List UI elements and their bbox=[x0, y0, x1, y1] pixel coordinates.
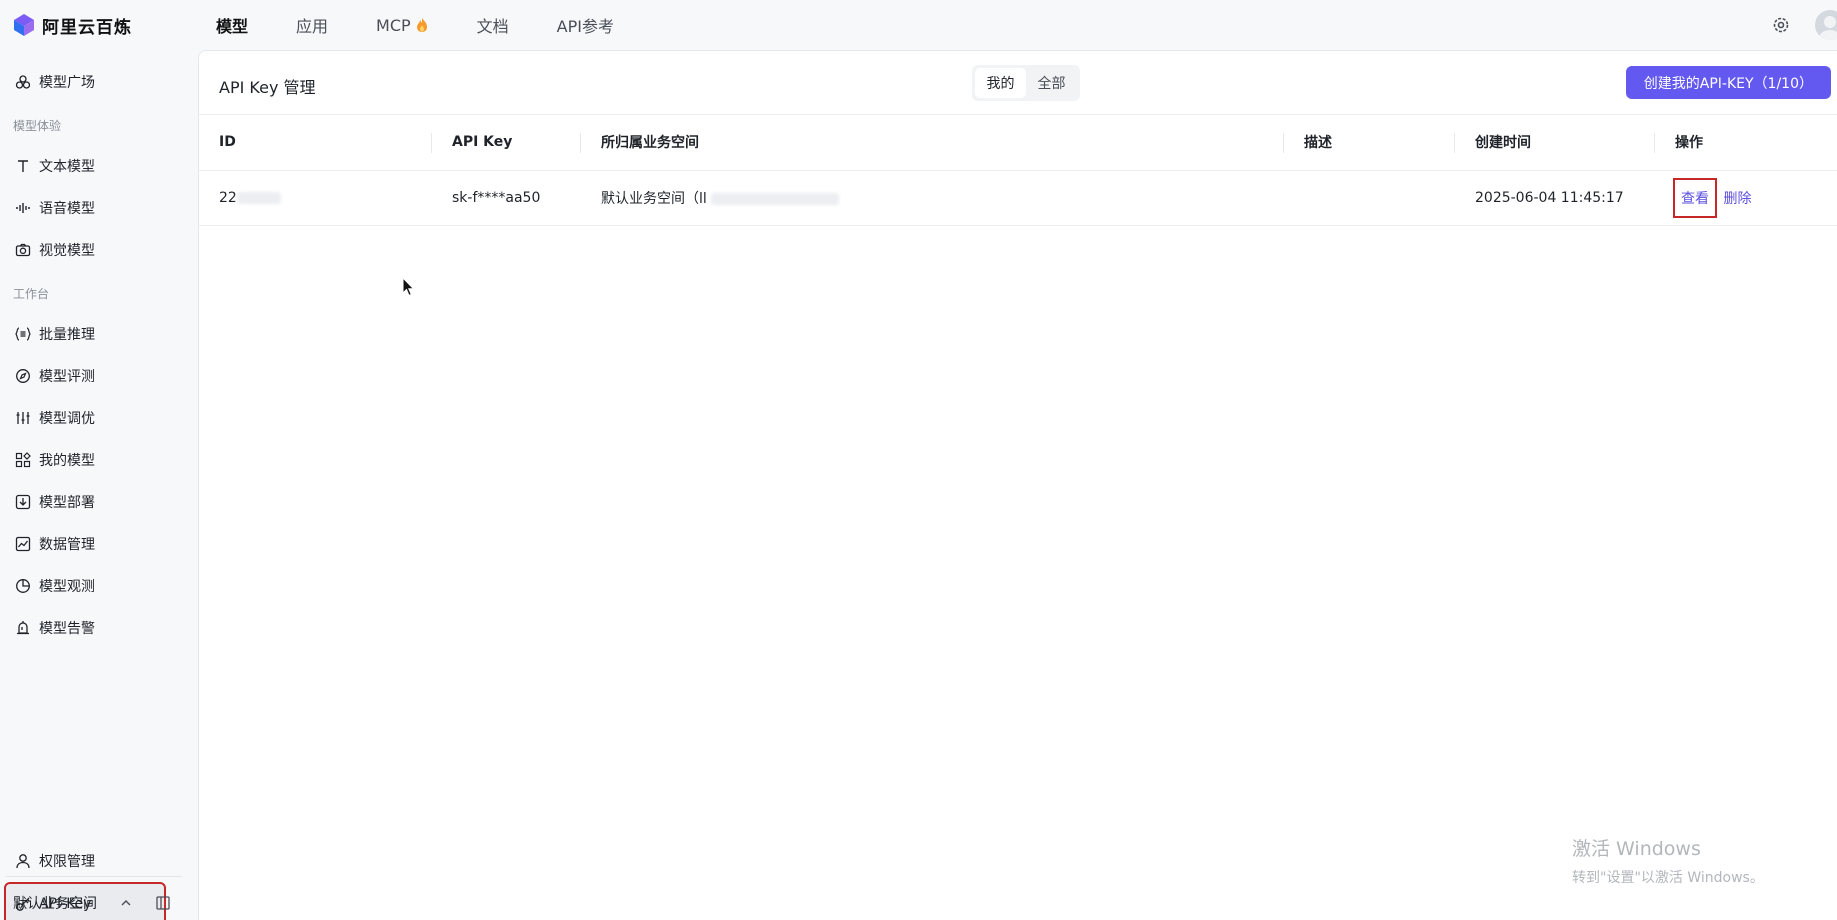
brand[interactable]: 阿里云百炼 bbox=[0, 13, 198, 38]
cell-id: 22 bbox=[199, 170, 432, 226]
brand-name: 阿里云百炼 bbox=[42, 17, 132, 38]
sidebar-item-model-square[interactable]: 模型广场 bbox=[6, 64, 164, 100]
sidebar-item-label: 文本模型 bbox=[39, 159, 95, 175]
scope-segmented-control: 我的 全部 bbox=[972, 65, 1080, 101]
camera-icon bbox=[14, 241, 32, 259]
compass-icon bbox=[14, 367, 32, 385]
column-header-api-key: API Key bbox=[432, 115, 581, 171]
sidebar-item-batch-inference[interactable]: 批量推理 bbox=[6, 316, 164, 352]
workspace-switcher[interactable]: 默认业务空间 bbox=[13, 892, 183, 914]
topnav-docs[interactable]: 文档 bbox=[477, 13, 509, 37]
sidebar-divider bbox=[6, 876, 182, 877]
sidebar-item-vision-model[interactable]: 视觉模型 bbox=[6, 232, 164, 268]
table-header-row: ID API Key 所归属业务空间 描述 创建时间 操作 bbox=[199, 115, 1837, 171]
sidebar-item-permissions[interactable]: 权限管理 bbox=[6, 843, 164, 879]
page-header: API Key 管理 我的 全部 创建我的API-KEY（1/10） bbox=[199, 51, 1837, 115]
fire-icon bbox=[416, 18, 427, 32]
sidebar-group-workbench: 工作台 bbox=[13, 287, 50, 301]
sidebar-item-label: 模型告警 bbox=[39, 621, 95, 637]
topnav-mcp-label: MCP bbox=[376, 15, 411, 35]
brand-logo-icon bbox=[14, 14, 34, 36]
user-icon bbox=[14, 852, 32, 870]
sidebar-item-data-manage[interactable]: 数据管理 bbox=[6, 526, 164, 562]
sidebar-item-label: 语音模型 bbox=[39, 201, 95, 217]
top-right-tools bbox=[1771, 0, 1837, 50]
column-header-actions: 操作 bbox=[1655, 115, 1837, 171]
sidebar-item-model-eval[interactable]: 模型评测 bbox=[6, 358, 164, 394]
topnav-mcp[interactable]: MCP bbox=[376, 16, 429, 35]
batch-icon bbox=[14, 325, 32, 343]
sidebar-item-label: 视觉模型 bbox=[39, 243, 95, 259]
top-bar: 阿里云百炼 模型 应用 MCP 文档 API参考 bbox=[0, 0, 1837, 50]
mouse-cursor-icon bbox=[402, 277, 415, 297]
sidebar-item-text-model[interactable]: 文本模型 bbox=[6, 148, 164, 184]
sidebar-item-label: 我的模型 bbox=[39, 453, 95, 469]
api-key-table: ID API Key 所归属业务空间 描述 创建时间 操作 22 sk-f***… bbox=[199, 115, 1837, 226]
topnav-api-ref[interactable]: API参考 bbox=[557, 13, 614, 37]
model-square-icon bbox=[14, 73, 32, 91]
column-header-created: 创建时间 bbox=[1455, 115, 1655, 171]
sidebar-collapse-icon[interactable] bbox=[155, 895, 171, 911]
cell-description bbox=[1284, 170, 1455, 226]
main-panel: API Key 管理 我的 全部 创建我的API-KEY（1/10） ID AP… bbox=[198, 50, 1837, 920]
watermark-line-1: 激活 Windows bbox=[1572, 838, 1701, 860]
sidebar-group-experience: 模型体验 bbox=[13, 119, 62, 133]
chevron-up-icon[interactable] bbox=[119, 896, 133, 910]
column-header-id: ID bbox=[199, 115, 432, 171]
sidebar: 模型广场 模型体验 文本模型 语音模型 视觉模型 工作台 批量推理 模型评测 模… bbox=[0, 50, 196, 920]
sidebar-item-model-deploy[interactable]: 模型部署 bbox=[6, 484, 164, 520]
column-header-description: 描述 bbox=[1284, 115, 1455, 171]
segment-mine[interactable]: 我的 bbox=[975, 68, 1026, 98]
sidebar-item-my-models[interactable]: 我的模型 bbox=[6, 442, 164, 478]
sidebar-item-model-alarm[interactable]: 模型告警 bbox=[6, 610, 164, 646]
sidebar-item-label: 模型广场 bbox=[39, 75, 95, 91]
view-button[interactable]: 查看 bbox=[1673, 177, 1717, 218]
delete-button[interactable]: 删除 bbox=[1723, 191, 1751, 207]
sidebar-item-label: 批量推理 bbox=[39, 327, 95, 343]
sidebar-item-label: 模型评测 bbox=[39, 369, 95, 385]
pie-icon bbox=[14, 577, 32, 595]
top-nav: 模型 应用 MCP 文档 API参考 bbox=[216, 13, 662, 37]
page-title: API Key 管理 bbox=[219, 78, 316, 97]
workspace-name: 默认业务空间 bbox=[13, 896, 97, 912]
sidebar-item-label: 模型调优 bbox=[39, 411, 95, 427]
sliders-icon bbox=[14, 409, 32, 427]
sidebar-item-label: 权限管理 bbox=[39, 854, 95, 870]
sidebar-item-label: 模型观测 bbox=[39, 579, 95, 595]
redacted-text bbox=[236, 191, 281, 204]
cell-api-key: sk-f****aa50 bbox=[432, 170, 581, 226]
sidebar-item-label: 模型部署 bbox=[39, 495, 95, 511]
redacted-text bbox=[710, 192, 839, 205]
chart-icon bbox=[14, 535, 32, 553]
topnav-model[interactable]: 模型 bbox=[216, 13, 248, 37]
windows-activation-watermark: 激活 Windows 转到"设置"以激活 Windows。 bbox=[1572, 834, 1764, 887]
sidebar-item-model-tune[interactable]: 模型调优 bbox=[6, 400, 164, 436]
sidebar-item-label: 数据管理 bbox=[39, 537, 95, 553]
cell-workspace: 默认业务空间（ll bbox=[581, 170, 1284, 226]
column-header-workspace: 所归属业务空间 bbox=[581, 115, 1284, 171]
segment-all[interactable]: 全部 bbox=[1026, 68, 1077, 98]
deploy-icon bbox=[14, 493, 32, 511]
topnav-app[interactable]: 应用 bbox=[296, 13, 328, 37]
audio-wave-icon bbox=[14, 199, 32, 217]
alarm-icon bbox=[14, 619, 32, 637]
avatar[interactable] bbox=[1815, 10, 1837, 40]
cell-created: 2025-06-04 11:45:17 bbox=[1455, 170, 1655, 226]
grid-icon bbox=[14, 451, 32, 469]
table-row: 22 sk-f****aa50 默认业务空间（ll 2025-06-04 11:… bbox=[199, 170, 1837, 226]
watermark-line-2: 转到"设置"以激活 Windows。 bbox=[1572, 870, 1764, 886]
text-icon bbox=[14, 157, 32, 175]
sidebar-item-model-observe[interactable]: 模型观测 bbox=[6, 568, 164, 604]
gear-icon[interactable] bbox=[1771, 15, 1791, 35]
sidebar-item-audio-model[interactable]: 语音模型 bbox=[6, 190, 164, 226]
cell-actions: 查看 删除 bbox=[1655, 170, 1837, 226]
create-api-key-button[interactable]: 创建我的API-KEY（1/10） bbox=[1625, 66, 1831, 99]
